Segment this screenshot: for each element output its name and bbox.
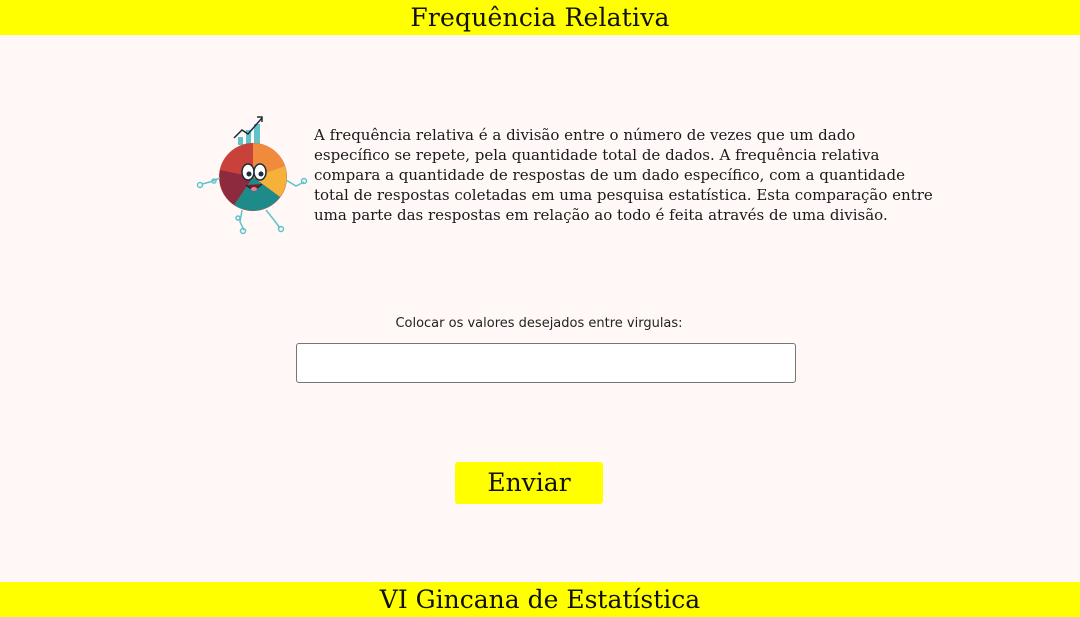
page-title: Frequência Relativa	[410, 3, 670, 32]
values-label: Colocar os valores desejados entre virgu…	[395, 316, 683, 331]
intro-paragraph: A frequência relativa é a divisão entre …	[314, 126, 933, 224]
pie-chart-mascot-icon	[196, 116, 308, 235]
footer-bar: VI Gincana de Estatística	[0, 582, 1080, 617]
send-button[interactable]: Enviar	[455, 462, 603, 504]
header-bar: Frequência Relativa	[0, 0, 1080, 35]
footer-title: VI Gincana de Estatística	[379, 585, 701, 614]
values-label-row: Colocar os valores desejados entre virgu…	[0, 316, 1080, 331]
values-input[interactable]	[296, 343, 796, 383]
